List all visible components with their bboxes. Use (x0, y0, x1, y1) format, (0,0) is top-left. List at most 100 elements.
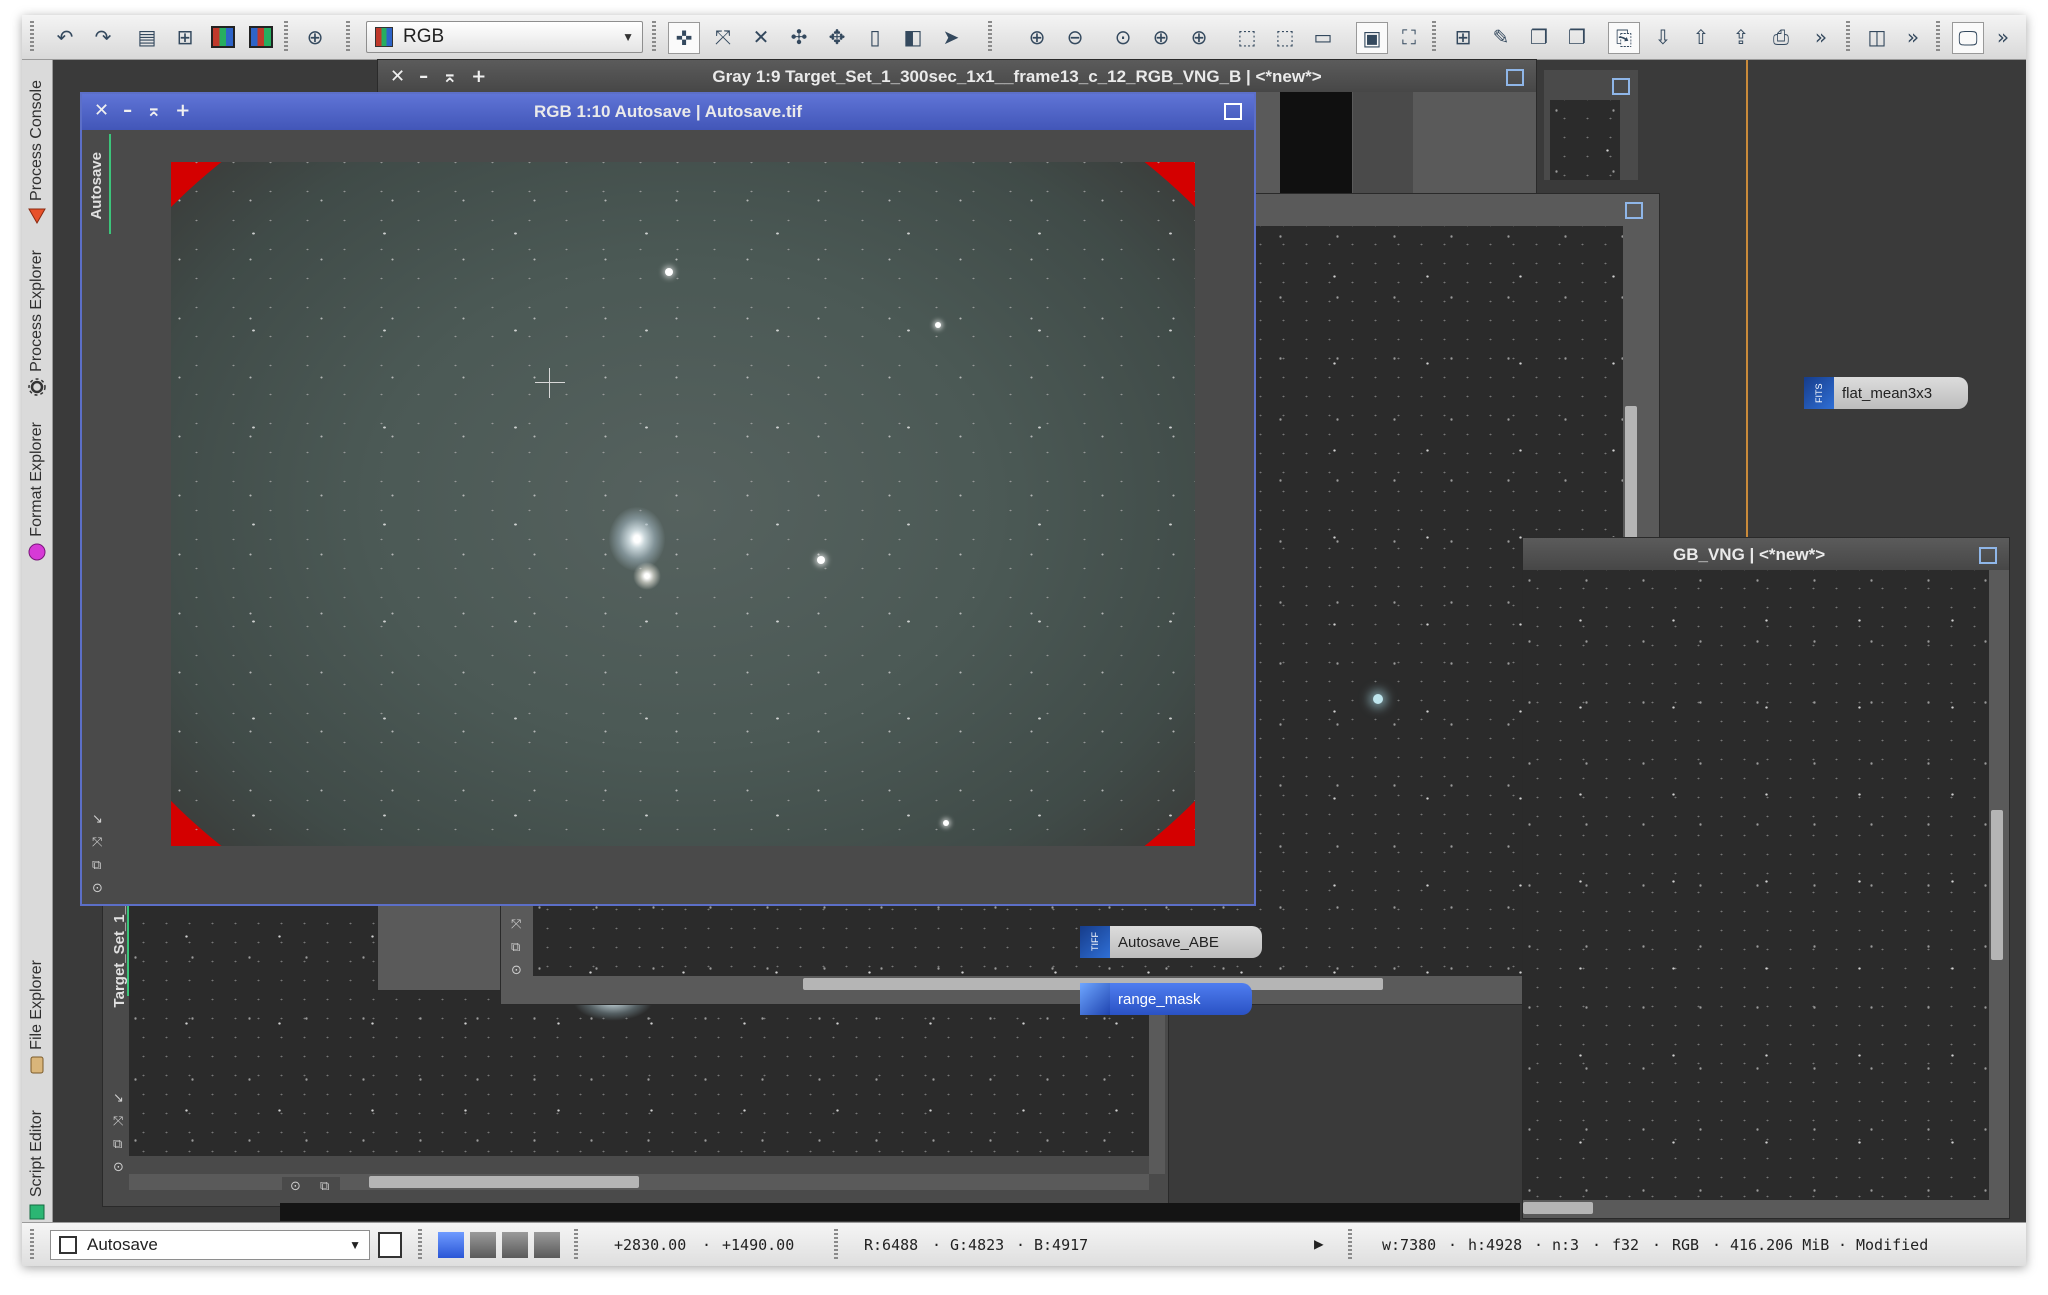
clone-icon[interactable]: ⧉ (113, 1137, 124, 1152)
new-image-icon[interactable]: ⊞ (170, 22, 200, 52)
toolbar-grip[interactable] (652, 21, 656, 53)
statusbar-grip[interactable] (418, 1229, 422, 1261)
pointer-icon[interactable]: ➤ (936, 22, 966, 52)
export-icon[interactable]: ⇧ (1686, 22, 1716, 52)
window-side-tab[interactable]: Target_Set_1_ (111, 906, 128, 1007)
target-icon[interactable]: ⊙ (290, 1179, 301, 1194)
zoom-out-icon[interactable]: ⊖ (1060, 22, 1090, 52)
statusbar-grip[interactable] (1348, 1229, 1352, 1261)
rgb-icon[interactable] (208, 22, 238, 52)
tab-script-editor[interactable]: Script Editor (22, 1110, 52, 1221)
scroll-thumb[interactable] (369, 1176, 639, 1188)
maximize-icon[interactable] (1506, 69, 1524, 86)
channel-rgb-button[interactable] (438, 1232, 464, 1258)
fit-icon[interactable]: ⤧ (708, 22, 738, 52)
close-icon[interactable]: ✕ (390, 66, 405, 87)
target-icon[interactable]: ⊙ (511, 963, 522, 978)
toolbar-grip[interactable] (1936, 21, 1940, 53)
statusbar-grip[interactable] (834, 1229, 838, 1261)
zoom-1-icon[interactable]: ⊙ (1108, 22, 1138, 52)
navigate-icon[interactable]: ✥ (822, 22, 852, 52)
minimize-icon[interactable]: – (419, 66, 428, 87)
scroll-thumb[interactable] (1991, 810, 2003, 960)
icon-flat-mean3x3[interactable]: FITS flat_mean3x3 (1804, 377, 1968, 409)
readout-icon[interactable]: ▯ (860, 22, 890, 52)
maximize-icon[interactable] (1612, 78, 1630, 95)
maximize-icon[interactable] (1625, 202, 1643, 219)
play-icon[interactable]: ▶ (1314, 1234, 1324, 1253)
redo-icon[interactable]: ↷ (88, 22, 118, 52)
overflow-end-icon[interactable]: » (1988, 22, 2018, 52)
zoom-in-icon[interactable]: ⊕ (1022, 22, 1052, 52)
import-icon[interactable]: ⇩ (1648, 22, 1678, 52)
horizontal-scrollbar[interactable] (1523, 1200, 1989, 1216)
window-autosave[interactable]: ✕ – ⌅ + RGB 1:10 Autosave | Autosave.tif… (80, 92, 1256, 906)
target-icon[interactable]: ⊙ (92, 881, 103, 896)
channel-g-button[interactable] (502, 1232, 528, 1258)
vertical-scrollbar[interactable] (1989, 570, 2005, 1200)
tab-format-explorer[interactable]: Format Explorer (22, 422, 52, 561)
overflow-icon[interactable]: » (1806, 22, 1836, 52)
overflow-alt-icon[interactable]: » (1898, 22, 1928, 52)
color-mode-select[interactable]: RGB ▼ (366, 21, 643, 53)
share-icon[interactable]: ⇪ (1726, 22, 1756, 52)
icon-autosave-abe[interactable]: TIFF Autosave_ABE (1080, 926, 1262, 958)
window-titlebar[interactable]: ✕ – ⌅ + RGB 1:10 Autosave | Autosave.tif (82, 94, 1254, 130)
fit-view-icon[interactable]: ▣ (1356, 22, 1388, 54)
zoom-out-alt-icon[interactable]: ⊕ (1184, 22, 1214, 52)
resize-icon[interactable]: ↘ (113, 1091, 124, 1106)
scroll-thumb[interactable] (1523, 1202, 1593, 1214)
toolbar-grip[interactable] (346, 21, 350, 53)
tab-file-explorer[interactable]: File Explorer (22, 960, 52, 1074)
image-toggle-icon[interactable] (378, 1232, 402, 1258)
channel-b-button[interactable] (534, 1232, 560, 1258)
preview-icon[interactable]: ⬚ (1232, 22, 1262, 52)
preview-edit-icon[interactable]: ⬚ (1270, 22, 1300, 52)
tab-process-explorer[interactable]: Process Explorer (22, 250, 52, 396)
statusbar-grip[interactable] (574, 1229, 578, 1261)
plus-icon[interactable]: + (471, 66, 486, 87)
fit-icon[interactable]: ⤧ (511, 917, 522, 932)
clone-icon[interactable]: ⧉ (320, 1179, 329, 1194)
edit-icon[interactable]: ✎ (1486, 22, 1516, 52)
move-icon[interactable]: ✣ (784, 22, 814, 52)
script-icon[interactable]: ⎘ (1608, 22, 1640, 54)
resize-icon[interactable]: ↘ (92, 812, 103, 827)
clone-icon[interactable]: ⧉ (92, 858, 103, 873)
image-view[interactable] (171, 162, 1195, 846)
zoom-in-alt-icon[interactable]: ⊕ (1146, 22, 1176, 52)
window-titlebar[interactable]: GB_VNG | <*new*> (1523, 538, 2009, 570)
readout-alt-icon[interactable]: ◧ (898, 22, 928, 52)
fit-icon[interactable]: ⤧ (113, 1114, 124, 1129)
full-screen-icon[interactable]: ⛶ (1394, 22, 1424, 52)
tab-process-console[interactable]: Process Console (22, 80, 52, 225)
window-rgb-vng[interactable]: GB_VNG | <*new*> (1522, 537, 2010, 1219)
toolbar-grip[interactable] (30, 21, 34, 53)
add-icon[interactable]: ⊞ (1448, 22, 1478, 52)
target-icon[interactable]: ⊙ (113, 1160, 124, 1175)
toolbar-grip[interactable] (1846, 21, 1850, 53)
undo-icon[interactable]: ↶ (50, 22, 80, 52)
fit-icon[interactable]: ⤧ (92, 835, 103, 850)
shade-icon[interactable]: ⌅ (442, 66, 457, 87)
window-titlebar[interactable]: ✕ – ⌅ + Gray 1:9 Target_Set_1_300sec_1x1… (378, 60, 1536, 92)
statusbar-grip[interactable] (30, 1229, 34, 1261)
zoom-extents-icon[interactable]: ✕ (746, 22, 776, 52)
process-icon[interactable]: ▤ (132, 22, 162, 52)
rgb-alt-icon[interactable] (246, 22, 276, 52)
new-window-icon[interactable]: ⊕ (300, 22, 330, 52)
stack-alt-icon[interactable]: ❐ (1562, 22, 1592, 52)
toolbar-grip[interactable] (1432, 21, 1436, 53)
icon-range-mask[interactable]: range_mask (1080, 983, 1252, 1015)
maximize-icon[interactable] (1979, 547, 1997, 564)
channel-r-button[interactable] (470, 1232, 496, 1258)
monitor-icon[interactable]: 🖵 (1952, 22, 1984, 54)
window-mini[interactable] (1544, 70, 1638, 180)
view-selector[interactable]: Autosave ▼ (50, 1230, 370, 1260)
stamp-icon[interactable]: ⎙ (1766, 22, 1796, 52)
toolbar-grip[interactable] (284, 21, 288, 53)
toolbar-grip[interactable] (988, 21, 992, 53)
panel-icon[interactable]: ◫ (1862, 22, 1892, 52)
pan-icon[interactable]: ✜ (668, 22, 700, 54)
window-side-tab[interactable]: Autosave (88, 152, 105, 220)
